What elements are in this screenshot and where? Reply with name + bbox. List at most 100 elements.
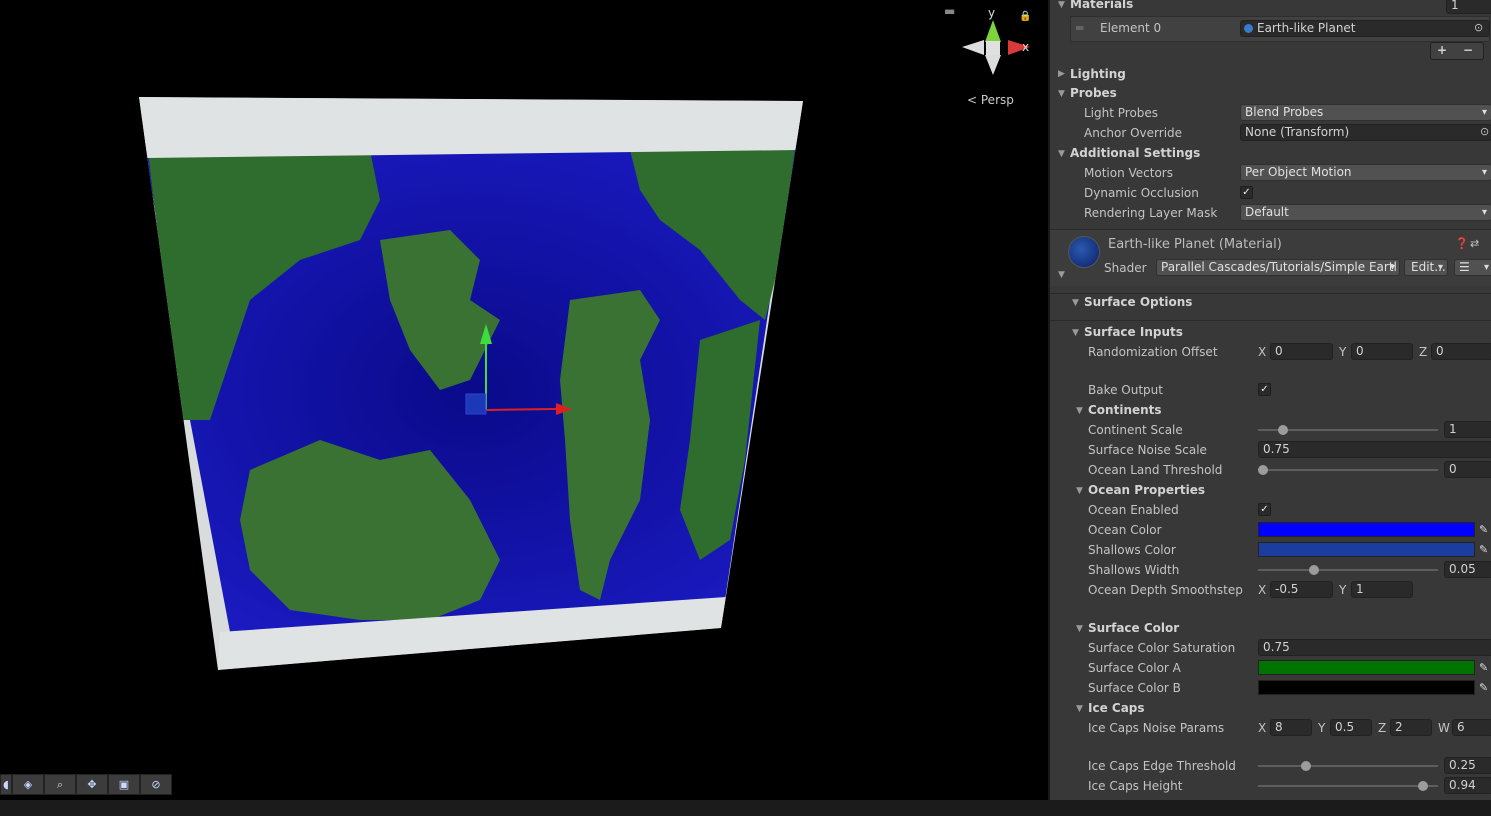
ice-height-slider[interactable] — [1258, 785, 1438, 787]
ice-y-field[interactable]: 0.5 — [1330, 719, 1372, 736]
shallows-width-label: Shallows Width — [1088, 563, 1180, 577]
lighting-label[interactable]: Lighting — [1070, 67, 1126, 81]
scene-canvas[interactable] — [0, 0, 1048, 800]
foldout-lighting-icon[interactable]: ▶ — [1058, 69, 1065, 79]
eyedropper-icon[interactable]: ✎ — [1479, 543, 1488, 556]
additional-settings-label[interactable]: Additional Settings — [1070, 146, 1200, 160]
overlay-toolbar: ◖ ◈ ⌕ ✥ ▣ ⊘ — [0, 774, 172, 796]
ocean-color-label: Ocean Color — [1088, 523, 1162, 537]
ocean-enabled-checkbox[interactable]: ✓ — [1258, 503, 1271, 516]
dynamic-occlusion-checkbox[interactable]: ✓ — [1240, 186, 1253, 199]
motion-vectors-dropdown[interactable]: Per Object Motion — [1240, 164, 1491, 181]
element-label: Element 0 — [1100, 21, 1162, 35]
view-mode-label[interactable]: < Persp — [967, 93, 1014, 107]
ice-edge-threshold-field[interactable]: 0.25 — [1444, 757, 1491, 774]
randomization-offset-label: Randomization Offset — [1088, 345, 1218, 359]
ocean-land-threshold-thumb[interactable] — [1258, 465, 1268, 475]
eyedropper-icon[interactable]: ✎ — [1479, 681, 1488, 694]
rand-x-field[interactable]: 0 — [1270, 343, 1333, 360]
globe-icon[interactable]: ◖ — [0, 774, 12, 795]
shader-edit-button[interactable]: Edit... — [1404, 259, 1448, 276]
axis-x-label: x — [1022, 40, 1030, 54]
continent-scale-field[interactable]: 1 — [1444, 421, 1491, 438]
ocean-land-threshold-slider[interactable] — [1258, 469, 1438, 471]
depth-x-field[interactable]: -0.5 — [1270, 581, 1333, 598]
zoom-icon[interactable]: ⌕ — [44, 774, 76, 795]
scene-view[interactable]: y x ▬ 🔒 < Persp ◖ ◈ ⌕ ✥ ▣ ⊘ — [0, 0, 1048, 800]
surface-inputs-label[interactable]: Surface Inputs — [1084, 325, 1183, 339]
ice-edge-threshold-thumb[interactable] — [1300, 761, 1311, 771]
surface-saturation-field[interactable]: 0.75 — [1258, 639, 1491, 656]
rendering-layer-dropdown[interactable]: Default — [1240, 204, 1491, 221]
planet-texture-plane — [139, 97, 803, 670]
bake-output-checkbox[interactable]: ✓ — [1258, 383, 1271, 396]
foldout-ocean-icon[interactable]: ▼ — [1076, 486, 1083, 496]
foldout-materials-icon[interactable]: ▼ — [1058, 0, 1065, 10]
surface-color-b-swatch[interactable] — [1258, 680, 1475, 695]
surface-color-label[interactable]: Surface Color — [1088, 621, 1179, 635]
continent-scale-thumb[interactable] — [1278, 425, 1289, 435]
remove-button[interactable]: − — [1463, 43, 1473, 58]
ocean-properties-label[interactable]: Ocean Properties — [1088, 483, 1205, 497]
eyedropper-icon[interactable]: ✎ — [1479, 523, 1488, 536]
more-icon[interactable]: ⋮ — [1487, 237, 1491, 250]
foldout-surface-inputs-icon[interactable]: ▼ — [1072, 328, 1079, 338]
foldout-additional-icon[interactable]: ▼ — [1058, 149, 1065, 159]
shader-dropdown[interactable]: Parallel Cascades/Tutorials/Simple Eartl — [1156, 259, 1400, 276]
probes-label[interactable]: Probes — [1070, 86, 1117, 100]
move-icon[interactable]: ✥ — [76, 774, 108, 795]
shallows-width-thumb[interactable] — [1309, 565, 1319, 575]
foldout-ice-caps-icon[interactable]: ▼ — [1076, 704, 1083, 714]
shallows-width-slider[interactable] — [1258, 569, 1438, 571]
eyedropper-icon[interactable]: ✎ — [1479, 661, 1488, 674]
rand-y-field[interactable]: 0 — [1351, 343, 1413, 360]
element-material-field[interactable]: Earth-like Planet — [1240, 20, 1490, 37]
anchor-override-field[interactable]: None (Transform) — [1240, 124, 1491, 141]
drag-handle-icon[interactable]: ═ — [1076, 21, 1083, 35]
ocean-enabled-label: Ocean Enabled — [1088, 503, 1179, 517]
ice-y-axis: Y — [1318, 721, 1326, 735]
material-title: Earth-like Planet (Material) — [1108, 237, 1282, 252]
help-icon[interactable]: ❓ — [1455, 237, 1469, 250]
surface-color-a-swatch[interactable] — [1258, 660, 1475, 675]
ice-w-field[interactable]: 6 — [1452, 719, 1491, 736]
depth-y-field[interactable]: 1 — [1351, 581, 1413, 598]
light-probes-dropdown[interactable]: Blend Probes — [1240, 104, 1491, 121]
view-mode-text: Persp — [980, 93, 1014, 107]
ice-caps-label[interactable]: Ice Caps — [1088, 701, 1145, 715]
shallows-width-field[interactable]: 0.05 — [1444, 561, 1491, 578]
surface-noise-scale-field[interactable]: 0.75 — [1258, 441, 1491, 458]
ice-z-field[interactable]: 2 — [1390, 719, 1432, 736]
foldout-continents-icon[interactable]: ▼ — [1076, 406, 1083, 416]
rand-x-axis: X — [1258, 345, 1267, 359]
preset-icon[interactable]: ⇄ — [1470, 237, 1479, 250]
menu-icon[interactable]: ▬ — [944, 4, 955, 18]
inspector-panel: ▼ Materials 1 ═ Element 0 Earth-like Pla… — [1048, 0, 1491, 800]
materials-count-field[interactable]: 1 — [1446, 0, 1491, 14]
object-picker-icon[interactable]: ⊙ — [1474, 21, 1483, 34]
compass-icon[interactable]: ⊘ — [140, 774, 172, 795]
surface-options-label[interactable]: Surface Options — [1084, 295, 1192, 309]
ice-x-field[interactable]: 8 — [1270, 719, 1312, 736]
ice-w-axis: W — [1438, 721, 1450, 735]
shallows-color-label: Shallows Color — [1088, 543, 1176, 557]
ice-edge-threshold-slider[interactable] — [1258, 765, 1438, 767]
shallows-color-swatch[interactable] — [1258, 542, 1475, 557]
layers-icon[interactable]: ◈ — [12, 774, 44, 795]
anchor-picker-icon[interactable]: ⊙ — [1480, 125, 1489, 138]
foldout-surface-options-icon[interactable]: ▼ — [1072, 298, 1079, 308]
ice-height-thumb[interactable] — [1417, 781, 1428, 791]
lock-icon[interactable]: 🔒 — [1019, 11, 1031, 22]
shader-options-button[interactable]: ☰ — [1454, 259, 1491, 276]
foldout-material-icon[interactable]: ▼ — [1058, 270, 1065, 280]
add-button[interactable]: + — [1437, 43, 1447, 58]
foldout-probes-icon[interactable]: ▼ — [1058, 89, 1065, 99]
ice-height-field[interactable]: 0.94 — [1444, 777, 1491, 794]
rand-z-field[interactable]: 0 — [1431, 343, 1491, 360]
continents-label[interactable]: Continents — [1088, 403, 1162, 417]
camera-icon[interactable]: ▣ — [108, 774, 140, 795]
ocean-color-swatch[interactable] — [1258, 522, 1475, 537]
orientation-gizmo — [962, 20, 1030, 75]
foldout-surface-color-icon[interactable]: ▼ — [1076, 624, 1083, 634]
ocean-land-threshold-field[interactable]: 0 — [1444, 461, 1491, 478]
